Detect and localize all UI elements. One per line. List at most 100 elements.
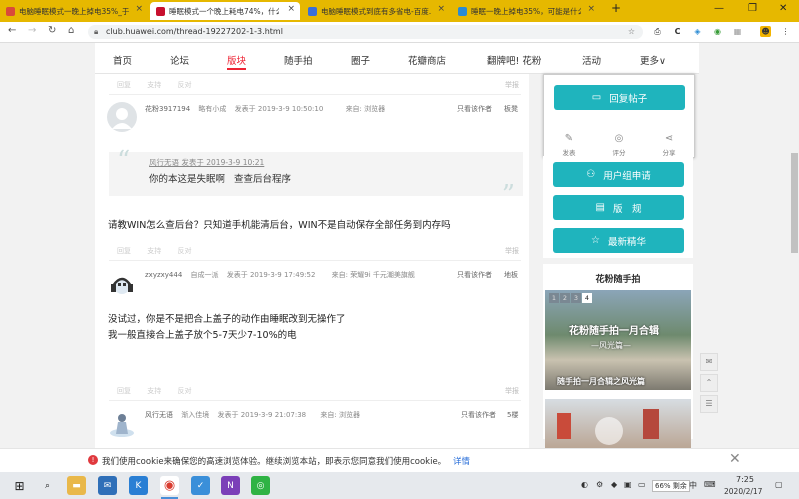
- gallery-page-active[interactable]: 4: [582, 293, 592, 303]
- nav-store[interactable]: 花瓣商店: [408, 53, 446, 67]
- clock-date[interactable]: 2020/2/17: [724, 487, 762, 496]
- report-link[interactable]: 举报: [505, 386, 519, 396]
- mail-icon[interactable]: ✉: [98, 476, 117, 495]
- app-check-icon[interactable]: ✓: [191, 476, 210, 495]
- share-action[interactable]: ⋖ 分享: [654, 133, 684, 157]
- vertical-scrollbar[interactable]: [790, 43, 799, 448]
- avatar[interactable]: [107, 270, 137, 300]
- close-icon[interactable]: ✕: [729, 451, 741, 467]
- oppose-link[interactable]: 反对: [177, 247, 191, 255]
- bookmark-icon[interactable]: ⎙: [652, 26, 663, 37]
- chrome-icon[interactable]: ◉: [160, 476, 179, 499]
- close-icon[interactable]: ×: [437, 4, 445, 14]
- minimize-icon[interactable]: —: [714, 3, 724, 14]
- rate-action[interactable]: ◎ 评分: [604, 133, 634, 157]
- menu-icon[interactable]: ⋮: [780, 26, 791, 37]
- clock-time[interactable]: 7:25: [736, 475, 754, 484]
- nav-flip[interactable]: 翻牌吧! 花粉: [487, 53, 541, 67]
- list-icon[interactable]: ☰: [700, 395, 718, 413]
- tab-3[interactable]: 电脑睡眠模式到底有多省电-百度… ×: [302, 2, 450, 20]
- tab-2[interactable]: 睡眠模式一个晚上耗电74%，什么… ×: [150, 2, 300, 20]
- report-link[interactable]: 举报: [505, 246, 519, 256]
- tray-app-icon[interactable]: ◆: [611, 480, 617, 489]
- notification-icon[interactable]: ▢: [775, 480, 783, 489]
- nav-sections[interactable]: 版块: [227, 53, 247, 70]
- extension-green-icon[interactable]: ◉: [712, 26, 723, 37]
- nav-more[interactable]: 更多∨: [640, 53, 666, 67]
- gallery-page[interactable]: 3: [571, 293, 581, 303]
- app-k-icon[interactable]: K: [129, 476, 148, 495]
- nav-forum[interactable]: 论坛: [170, 53, 189, 67]
- author-name[interactable]: 风行无语: [145, 411, 173, 419]
- comment-float-icon[interactable]: ✉: [700, 353, 718, 371]
- reply-link[interactable]: 回复: [117, 81, 131, 89]
- featured-button[interactable]: ☆ 最新精华: [553, 228, 684, 253]
- user-group-apply-button[interactable]: ⚇ 用户组申请: [553, 162, 684, 187]
- gallery-page[interactable]: 1: [549, 293, 559, 303]
- maximize-icon[interactable]: ❐: [748, 3, 757, 14]
- close-icon[interactable]: ×: [287, 4, 295, 14]
- post-action[interactable]: ✎ 发表: [554, 133, 584, 157]
- only-author-link[interactable]: 只看该作者: [457, 104, 492, 114]
- address-field[interactable]: 🔒︎ club.huawei.com/thread-19227202-1-3.h…: [88, 25, 643, 39]
- support-link[interactable]: 支持: [147, 387, 161, 395]
- tray-app-icon[interactable]: ◐: [581, 480, 588, 489]
- extension-c-icon[interactable]: C: [672, 26, 683, 37]
- oppose-link[interactable]: 反对: [177, 81, 191, 89]
- nav-circles[interactable]: 圈子: [351, 53, 370, 67]
- report-link[interactable]: 举报: [505, 80, 519, 90]
- tab-4[interactable]: 睡眠一晚上掉电35%，可能是什么… ×: [452, 2, 600, 20]
- forward-icon[interactable]: →: [28, 25, 36, 36]
- extension-grid-icon[interactable]: ▦: [732, 26, 743, 37]
- nav-home[interactable]: 首页: [113, 53, 132, 67]
- reply-link[interactable]: 回复: [117, 247, 131, 255]
- only-author-link[interactable]: 只看该作者: [457, 270, 492, 280]
- profile-icon[interactable]: ☻: [760, 26, 771, 37]
- reply-post-button[interactable]: ▭ 回复帖子: [554, 85, 685, 110]
- author-name[interactable]: zxyzxy444: [145, 271, 182, 279]
- only-author-link[interactable]: 只看该作者: [461, 410, 496, 420]
- support-link[interactable]: 支持: [147, 81, 161, 89]
- rules-button[interactable]: ▤ 版 规: [553, 195, 684, 220]
- battery-icon[interactable]: ▭: [638, 480, 646, 489]
- window-close-icon[interactable]: ✕: [779, 3, 787, 14]
- support-link[interactable]: 支持: [147, 247, 161, 255]
- search-icon[interactable]: ⌕: [38, 476, 57, 495]
- close-icon[interactable]: ×: [587, 4, 595, 14]
- file-explorer-icon[interactable]: ▬: [67, 476, 86, 495]
- author-name[interactable]: 花粉3917194: [145, 105, 190, 113]
- tab-1[interactable]: 电脑睡眠模式一晚上掉电35%_于… ×: [0, 2, 148, 20]
- gallery-slide[interactable]: 1 2 3 4 花粉随手拍一月合辑 —风光篇— 随手拍一月合辑之风光篇: [545, 290, 691, 390]
- back-to-top-icon[interactable]: ⌃: [700, 374, 718, 392]
- tray-app-icon[interactable]: ▣: [624, 480, 632, 489]
- tray-app-icon[interactable]: ⚙: [596, 480, 603, 489]
- divider: [109, 260, 521, 261]
- reply-link[interactable]: 回复: [117, 387, 131, 395]
- back-icon[interactable]: ←: [8, 25, 16, 36]
- play-icon[interactable]: [595, 417, 623, 445]
- ime-indicator[interactable]: 中: [689, 480, 697, 491]
- extension-shield-icon[interactable]: ◈: [692, 26, 703, 37]
- home-icon[interactable]: ⌂: [68, 25, 74, 36]
- onenote-icon[interactable]: N: [221, 476, 240, 495]
- quote-header[interactable]: 风行无语 发表于 2019-3-9 10:21: [149, 157, 264, 168]
- photo-caption[interactable]: 随手拍一月合辑之风光篇: [557, 376, 645, 387]
- page-content: 首页 论坛 版块 随手拍 圈子 花瓣商店 翻牌吧! 花粉 活动 更多∨ 回复 支…: [0, 43, 799, 448]
- close-icon[interactable]: ×: [135, 4, 143, 14]
- nav-snapshots[interactable]: 随手拍: [284, 53, 313, 67]
- post-actions: 回复 支持 反对: [117, 80, 205, 90]
- reload-icon[interactable]: ↻: [48, 25, 56, 36]
- avatar[interactable]: [107, 102, 137, 132]
- cookie-details-link[interactable]: 详情: [453, 455, 470, 467]
- wechat-icon[interactable]: ◎: [251, 476, 270, 495]
- new-tab-button[interactable]: +: [611, 1, 621, 15]
- keyboard-icon[interactable]: ⌨: [704, 480, 716, 489]
- star-icon[interactable]: ☆: [628, 25, 635, 39]
- gallery-page[interactable]: 2: [560, 293, 570, 303]
- scroll-thumb[interactable]: [791, 153, 798, 253]
- nav-events[interactable]: 活动: [582, 53, 601, 67]
- festival-photo[interactable]: [545, 399, 691, 448]
- avatar[interactable]: [107, 409, 137, 439]
- windows-start-icon[interactable]: ⊞: [10, 476, 29, 495]
- oppose-link[interactable]: 反对: [177, 387, 191, 395]
